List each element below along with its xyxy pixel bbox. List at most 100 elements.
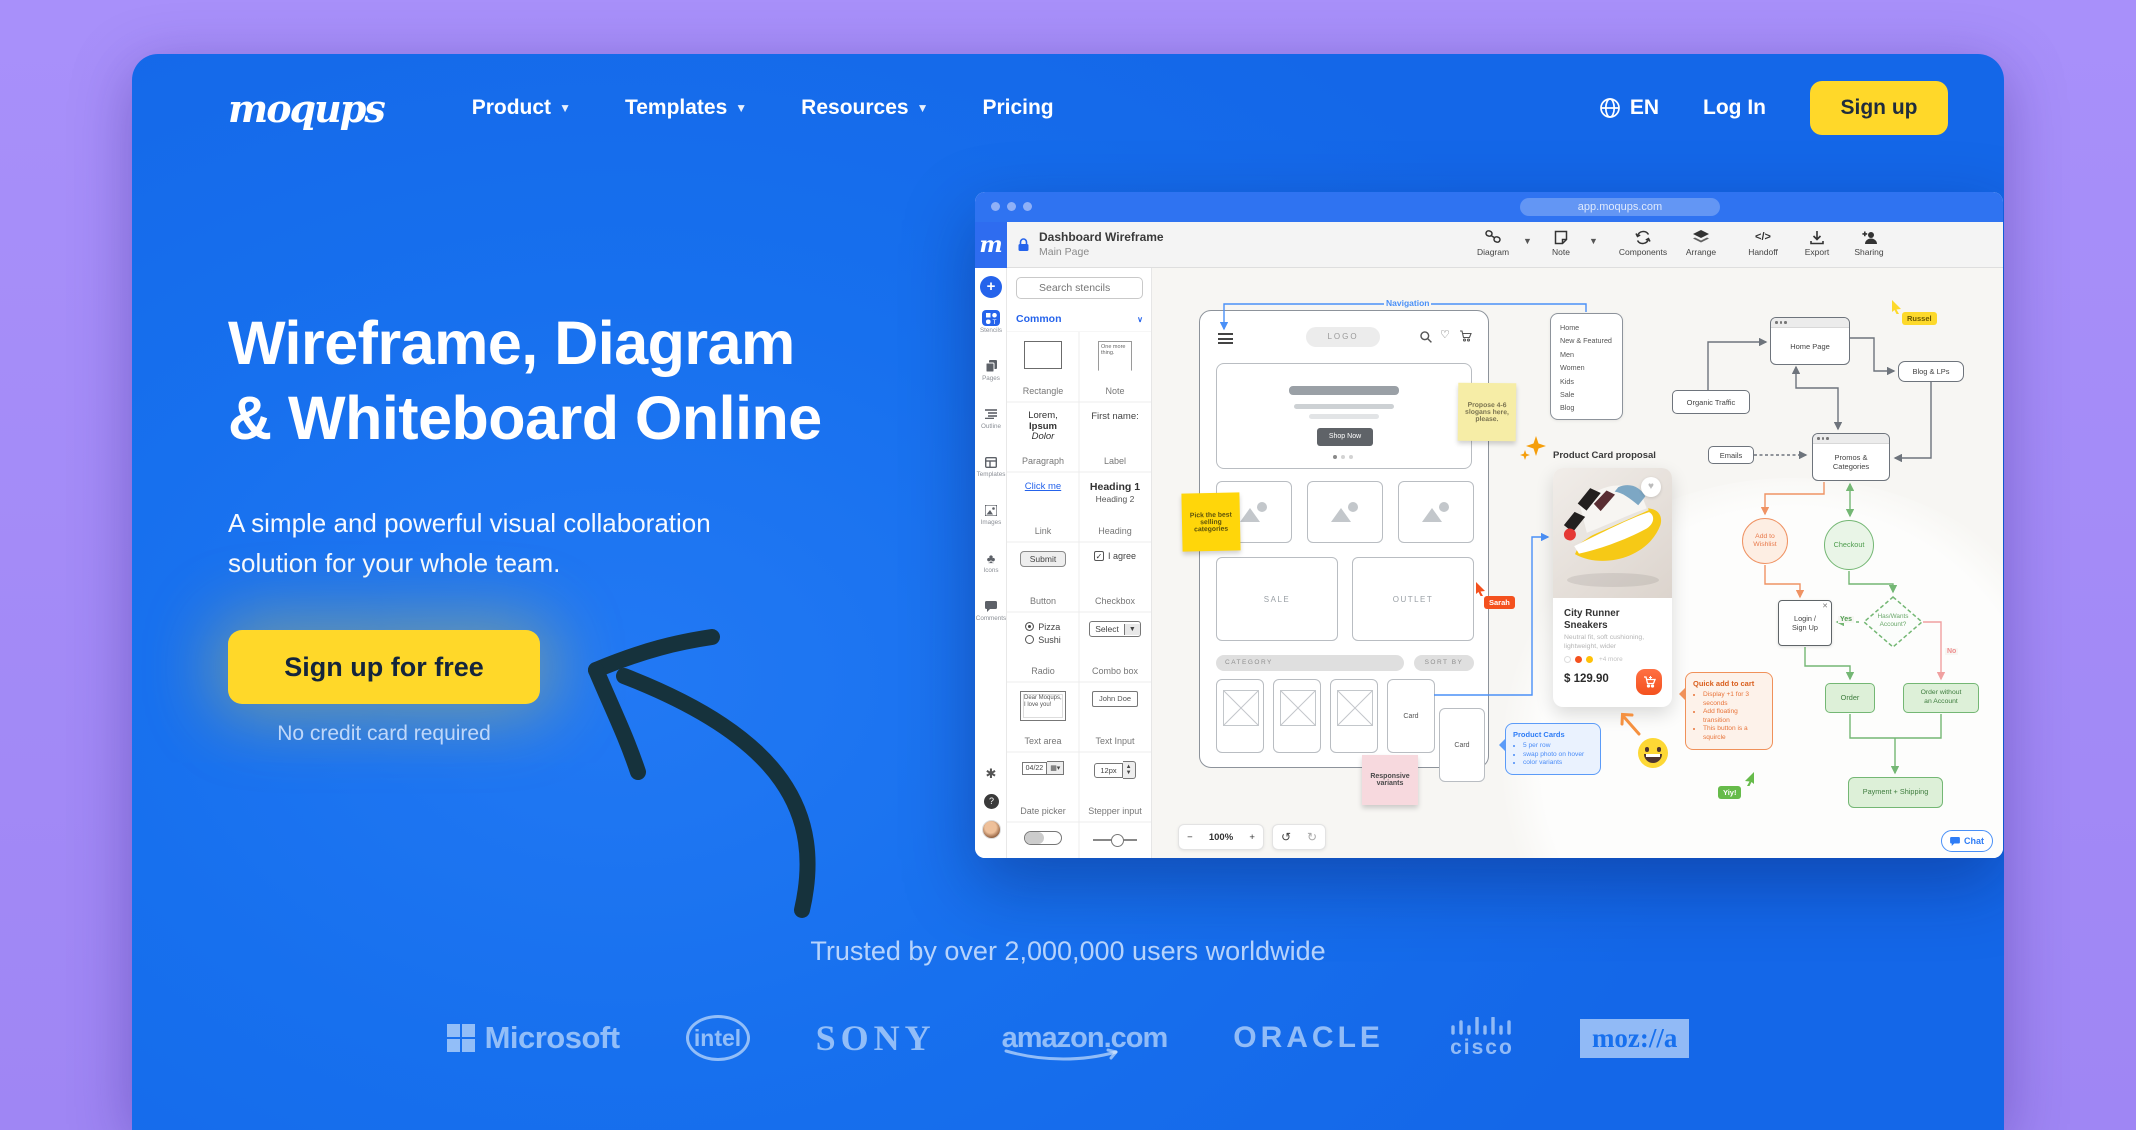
rail-templates[interactable]: Templates: [975, 454, 1007, 478]
nav-product[interactable]: Product ▼: [472, 96, 571, 120]
stencil-checkbox[interactable]: ✓ I agree Checkbox: [1079, 542, 1151, 612]
shop-now-button[interactable]: Shop Now: [1317, 428, 1373, 446]
stencil-button[interactable]: Submit Button: [1007, 542, 1079, 612]
tool-diagram[interactable]: Diagram: [1467, 228, 1519, 257]
color-swatch[interactable]: [1575, 656, 1582, 663]
wishlist-heart-button[interactable]: ♥: [1641, 477, 1661, 497]
section-common[interactable]: Common ∨: [1016, 308, 1143, 330]
document-title[interactable]: Dashboard Wireframe: [1039, 230, 1164, 244]
node-organic-traffic[interactable]: Organic Traffic: [1672, 390, 1750, 414]
stencil-note[interactable]: One more thing. Note: [1079, 332, 1151, 402]
sticky-slogans[interactable]: Propose 4-6 slogans here, please.: [1457, 382, 1517, 442]
nav-pricing[interactable]: Pricing: [982, 96, 1053, 120]
undo-redo-controls[interactable]: ↺ ↻: [1272, 824, 1326, 850]
help-button[interactable]: ?: [984, 794, 999, 809]
moqups-logo[interactable]: moqups: [228, 86, 386, 131]
wireframe-frame[interactable]: LOGO ♡ Shop Now SALE OUTLET CATEGORY SOR…: [1199, 310, 1489, 768]
rail-pages[interactable]: Pages: [975, 358, 1007, 382]
stencil-textinput[interactable]: John Doe Text Input: [1079, 682, 1151, 752]
tool-handoff[interactable]: </> Handoff: [1737, 228, 1789, 257]
signup-free-button[interactable]: Sign up for free: [228, 630, 540, 704]
zoom-controls[interactable]: − 100% +: [1178, 824, 1264, 850]
language-selector[interactable]: EN: [1599, 96, 1659, 120]
stencil-textarea[interactable]: Dear Moqups, I love you! Text area: [1007, 682, 1079, 752]
tool-export[interactable]: Export: [1791, 228, 1843, 257]
node-add-to-wishlist[interactable]: Add to Wishlist: [1742, 518, 1788, 564]
cisco-logo: cisco: [1450, 1016, 1514, 1060]
rail-outline[interactable]: Outline: [975, 406, 1007, 430]
cursor-label-russel: Russel: [1902, 312, 1937, 325]
color-swatch[interactable]: [1586, 656, 1593, 663]
node-order-guest[interactable]: Order without an Account: [1903, 683, 1979, 713]
signup-button[interactable]: Sign up: [1810, 81, 1948, 135]
undo-icon[interactable]: ↺: [1281, 830, 1291, 844]
comment-product-cards[interactable]: Product Cards 5 per row swap photo on ho…: [1499, 723, 1601, 775]
page-name[interactable]: Main Page: [1039, 246, 1089, 258]
close-icon[interactable]: ✕: [1822, 602, 1828, 610]
rail-comments[interactable]: Comments: [975, 598, 1007, 622]
stencil-paragraph[interactable]: Lorem, Ipsum Dolor Paragraph: [1007, 402, 1079, 472]
node-emails[interactable]: Emails: [1708, 446, 1754, 464]
settings-gear-icon[interactable]: ✱: [975, 766, 1007, 782]
rail-stencils[interactable]: T Stencils: [975, 310, 1007, 334]
product-card[interactable]: ♥ City Runner Sneakers Neutral fit, soft …: [1553, 468, 1672, 707]
stencil-heading[interactable]: Heading 1 Heading 2 Heading: [1079, 472, 1151, 542]
node-payment-shipping[interactable]: Payment + Shipping: [1848, 777, 1943, 808]
comment-quick-add[interactable]: Quick add to cart Display +1 for 3 secon…: [1679, 672, 1773, 750]
color-options[interactable]: +4 more: [1564, 656, 1623, 663]
node-promos-categories[interactable]: Promos & Categories: [1812, 433, 1890, 481]
more-colors-label[interactable]: +4 more: [1599, 656, 1623, 663]
redo-icon[interactable]: ↻: [1307, 830, 1317, 844]
smiley-emoji: [1638, 738, 1668, 768]
url-bar[interactable]: app.moqups.com: [1520, 198, 1720, 216]
node-checkout[interactable]: Checkout: [1824, 520, 1874, 570]
stencil-combo[interactable]: Select ▼ Combo box: [1079, 612, 1151, 682]
stencil-link[interactable]: Click me Link: [1007, 472, 1079, 542]
chevron-down-icon[interactable]: ▼: [1589, 236, 1598, 246]
add-to-cart-button[interactable]: [1636, 669, 1662, 695]
chevron-down-icon: ▼: [1123, 623, 1140, 635]
stencil-toggle[interactable]: [1007, 822, 1079, 858]
search-input[interactable]: [1016, 277, 1143, 299]
chevron-down-icon[interactable]: ▼: [1523, 236, 1532, 246]
editor-canvas[interactable]: LOGO ♡ Shop Now SALE OUTLET CATEGORY SOR…: [1152, 268, 2003, 858]
zoom-in-button[interactable]: +: [1249, 832, 1255, 843]
stencil-label[interactable]: First name: Label: [1079, 402, 1151, 472]
node-home-page[interactable]: Home Page: [1770, 317, 1850, 365]
sticky-responsive[interactable]: Responsive variants: [1362, 755, 1418, 805]
node-login-signup[interactable]: ✕ Login / Sign Up: [1778, 600, 1832, 646]
product-card-proposal-label: Product Card proposal: [1553, 450, 1656, 461]
tool-components[interactable]: Components: [1617, 228, 1669, 257]
login-link[interactable]: Log In: [1703, 96, 1766, 120]
checkbox-icon: ✓: [1093, 551, 1104, 561]
traffic-light-icon: [1023, 202, 1032, 211]
moqups-app-logo[interactable]: m: [975, 222, 1007, 268]
stencil-radio[interactable]: Pizza Sushi Radio: [1007, 612, 1079, 682]
tool-note[interactable]: Note: [1535, 228, 1587, 257]
color-swatch[interactable]: [1564, 656, 1571, 663]
stencil-rectangle[interactable]: Rectangle: [1007, 332, 1079, 402]
card-placeholder: Card: [1387, 679, 1435, 753]
chat-button[interactable]: Chat: [1941, 830, 1993, 852]
user-avatar[interactable]: [982, 820, 1001, 839]
stencil-slider[interactable]: [1079, 822, 1151, 858]
rail-icons[interactable]: ♣ Icons: [975, 550, 1007, 575]
globe-icon: [1599, 98, 1620, 118]
sticky-categories[interactable]: Pick the best selling categories: [1181, 492, 1241, 552]
node-order[interactable]: Order: [1825, 683, 1875, 713]
stencil-stepper[interactable]: 12px ▲ ▼ Stepper input: [1079, 752, 1151, 822]
nav-templates[interactable]: Templates ▼: [625, 96, 747, 120]
download-icon: [1791, 228, 1843, 246]
tool-sharing[interactable]: Sharing: [1843, 228, 1895, 257]
node-blog-lps[interactable]: Blog & LPs: [1898, 361, 1964, 382]
node-decision-account[interactable]: Has/Wants Account?: [1862, 595, 1924, 649]
add-stencil-button[interactable]: +: [980, 276, 1002, 298]
rail-images[interactable]: Images: [975, 502, 1007, 526]
zoom-out-button[interactable]: −: [1187, 832, 1193, 843]
chevron-down-icon: ∨: [1137, 314, 1143, 324]
product-title: City Runner Sneakers: [1564, 608, 1620, 631]
tool-arrange[interactable]: Arrange: [1675, 228, 1727, 257]
nav-resources[interactable]: Resources ▼: [801, 96, 928, 120]
menu-list-node[interactable]: Home New & Featured Men Women Kids Sale …: [1550, 313, 1623, 420]
stencil-datepicker[interactable]: 04/22 ▦▾ Date picker: [1007, 752, 1079, 822]
